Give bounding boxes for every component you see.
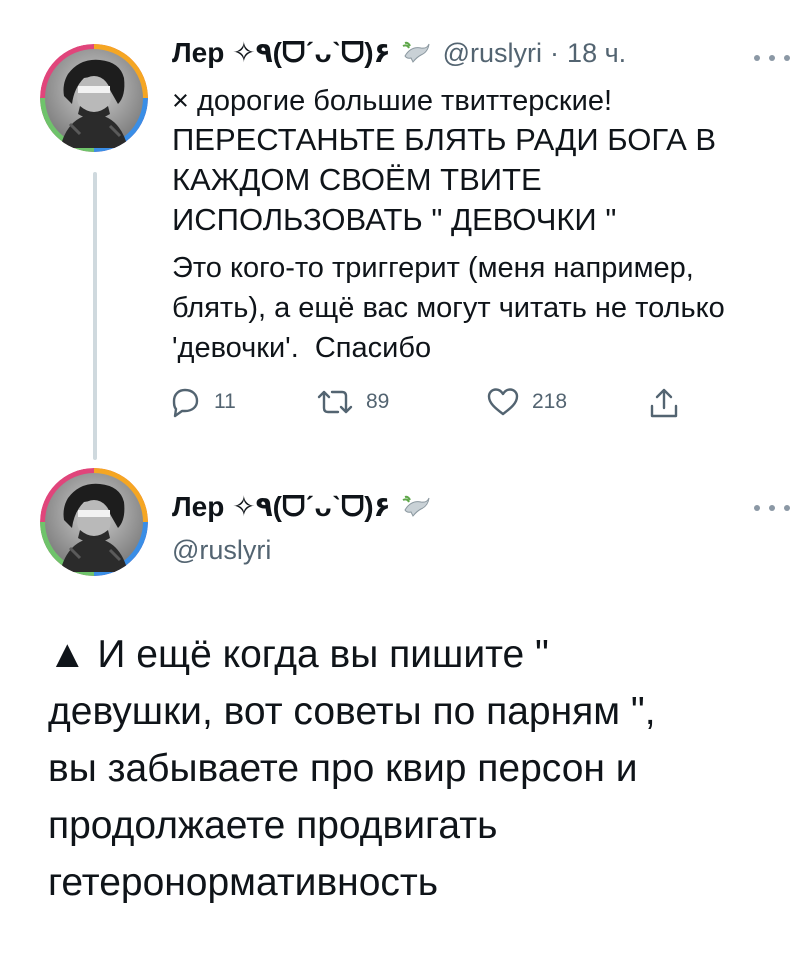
avatar[interactable] xyxy=(40,44,148,152)
tweet-text: ▲ И ещё когда вы пишите " девушки, вот с… xyxy=(48,633,656,904)
dove-icon xyxy=(401,40,431,66)
handle[interactable]: @ruslyri xyxy=(443,36,542,70)
retweet-button[interactable]: 89 xyxy=(316,386,389,418)
tweet-header: Лер ✧٩(ᗜˊᴗˋᗜ)۶ xyxy=(172,490,431,524)
timestamp[interactable]: 18 ч. xyxy=(567,36,626,70)
tweet-text-body: Это кого-то триггерит (меня например, бл… xyxy=(172,252,725,364)
tweet-header: Лер ✧٩(ᗜˊᴗˋᗜ)۶ @ruslyri · 18 ч. xyxy=(172,36,626,70)
display-name[interactable]: Лер ✧٩(ᗜˊᴗˋᗜ)۶ xyxy=(172,490,391,524)
share-icon xyxy=(650,388,678,418)
like-count: 218 xyxy=(532,390,568,413)
reply-icon xyxy=(172,388,199,418)
more-icon[interactable] xyxy=(754,498,790,518)
thread-connector xyxy=(93,172,97,460)
reply-button[interactable]: 11 xyxy=(168,386,236,418)
handle[interactable]: @ruslyri xyxy=(172,533,271,567)
dove-icon xyxy=(401,494,431,520)
reply-count: 11 xyxy=(214,390,236,413)
tweet-text-line: × дорогие большие твиттерские! xyxy=(172,85,612,117)
avatar[interactable] xyxy=(40,468,148,576)
retweet-icon xyxy=(317,390,353,414)
like-button[interactable]: 218 xyxy=(486,386,567,418)
tweet-text-caps: ПЕРЕСТАНЬТЕ БЛЯТЬ РАДИ БОГА В КАЖДОМ СВО… xyxy=(172,122,717,237)
retweet-count: 89 xyxy=(366,390,390,413)
more-icon[interactable] xyxy=(754,48,790,68)
separator-dot: · xyxy=(550,38,560,68)
heart-icon xyxy=(487,388,519,416)
share-button[interactable] xyxy=(648,386,680,420)
display-name[interactable]: Лер ✧٩(ᗜˊᴗˋᗜ)۶ xyxy=(172,36,391,70)
